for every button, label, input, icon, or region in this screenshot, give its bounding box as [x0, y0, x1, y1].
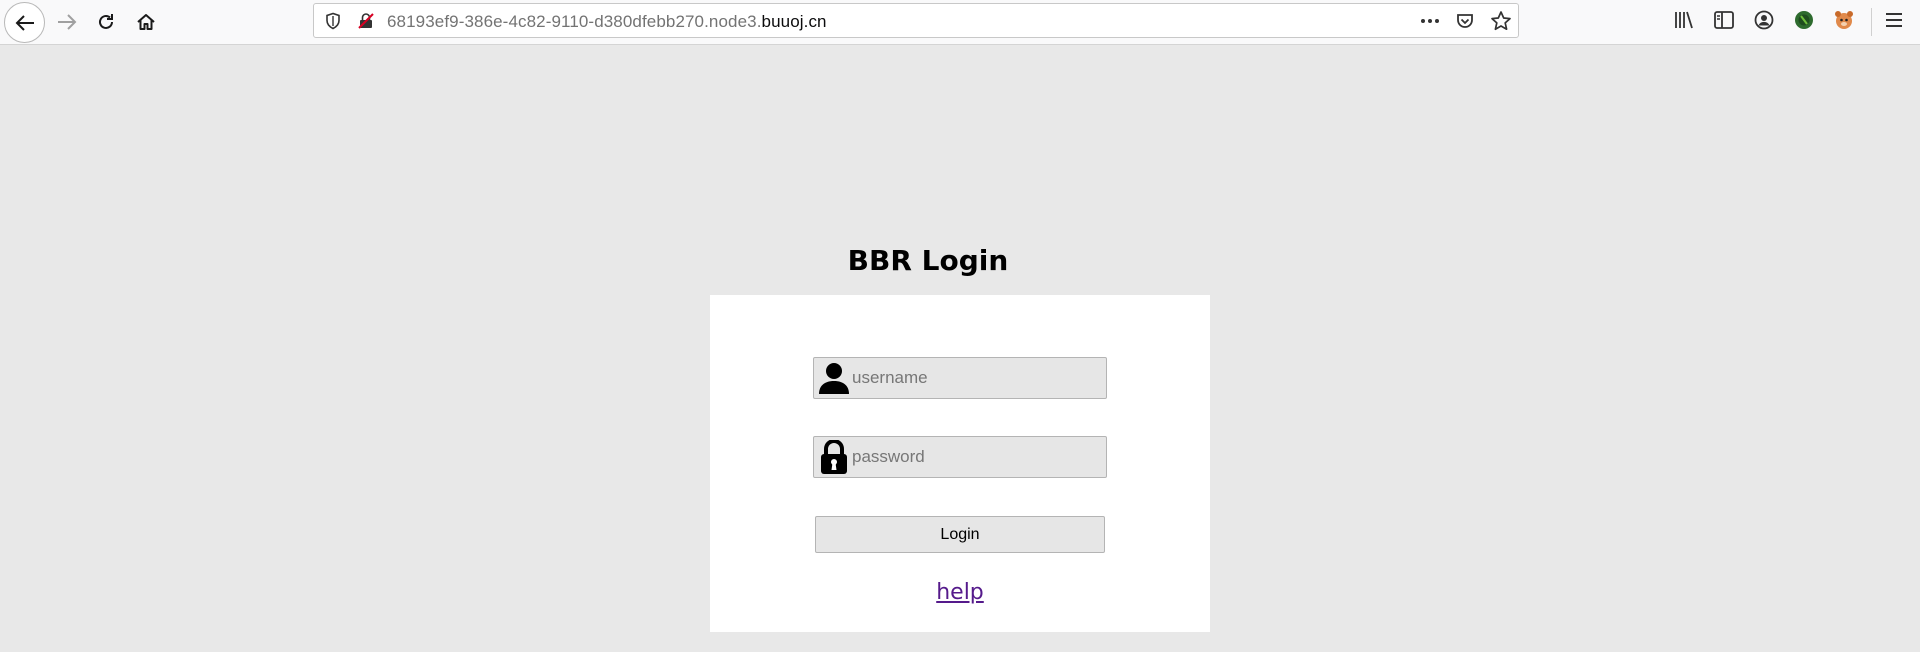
forward-icon — [58, 14, 77, 30]
bookmark-star-icon[interactable] — [1490, 10, 1512, 32]
login-button[interactable]: Login — [815, 516, 1105, 553]
page-title: BBR Login — [847, 244, 1009, 277]
url-bar[interactable]: 68193ef9-386e-4c82-9110-d380dfebb270.nod… — [313, 3, 1519, 38]
extension-icon[interactable] — [1793, 9, 1815, 31]
reload-icon — [99, 14, 113, 29]
sidebar-icon[interactable] — [1713, 9, 1735, 31]
account-icon[interactable] — [1753, 9, 1775, 31]
password-field[interactable] — [813, 436, 1107, 478]
toolbar-separator — [1871, 8, 1872, 36]
library-icon[interactable] — [1673, 9, 1695, 31]
login-form: Login help — [710, 295, 1210, 632]
home-icon — [137, 14, 155, 30]
pocket-icon[interactable] — [1455, 11, 1475, 31]
forward-button[interactable] — [47, 2, 87, 42]
insecure-lock-icon[interactable] — [357, 12, 375, 30]
shield-icon[interactable] — [324, 12, 342, 30]
more-icon[interactable] — [1419, 11, 1441, 31]
back-icon — [15, 14, 34, 31]
url-text[interactable]: 68193ef9-386e-4c82-9110-d380dfebb270.nod… — [387, 12, 827, 32]
url-path: 68193ef9-386e-4c82-9110-d380dfebb270.nod… — [387, 12, 762, 31]
lock-icon — [821, 440, 847, 474]
back-button[interactable] — [4, 2, 45, 43]
user-icon — [819, 363, 849, 394]
extension-icon[interactable] — [1833, 9, 1855, 31]
url-host: buuoj.cn — [761, 12, 827, 31]
reload-button[interactable] — [86, 2, 126, 42]
hamburger-menu-icon[interactable] — [1883, 9, 1905, 31]
password-input[interactable] — [852, 437, 1102, 477]
username-field[interactable] — [813, 357, 1107, 399]
username-input[interactable] — [852, 358, 1102, 398]
browser-toolbar: 68193ef9-386e-4c82-9110-d380dfebb270.nod… — [0, 0, 1920, 45]
help-link[interactable]: help — [710, 580, 1210, 605]
home-button[interactable] — [126, 2, 166, 42]
